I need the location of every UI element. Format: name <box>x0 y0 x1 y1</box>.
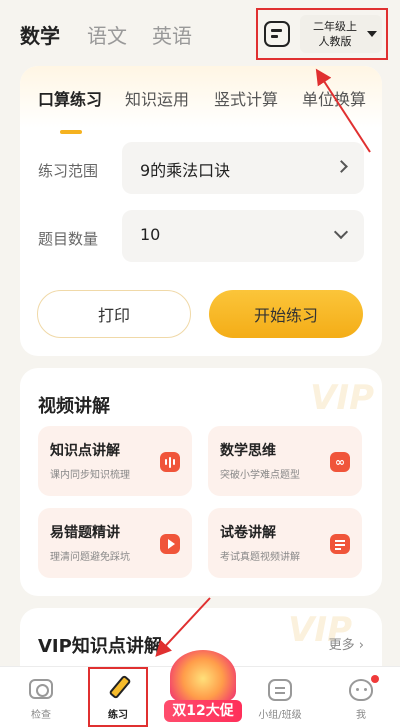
tile-title: 数学思维 <box>220 443 276 459</box>
tile-title: 易错题精讲 <box>50 525 120 541</box>
grade-selector-highlight: 二年级上 人教版 <box>256 8 388 60</box>
nav-group-class[interactable]: 小组/班级 <box>250 671 310 725</box>
count-select[interactable]: 10 <box>122 210 364 262</box>
grade-selector[interactable]: 二年级上 人教版 <box>300 15 382 53</box>
camera-icon <box>29 679 53 699</box>
tile-error-prone[interactable]: 易错题精讲 理清问题避免踩坑 <box>38 508 192 578</box>
infinity-icon: ∞ <box>330 452 350 472</box>
count-value: 10 <box>140 225 161 244</box>
tab-vertical-calc[interactable]: 竖式计算 <box>214 86 278 110</box>
range-value: 9的乘法口诀 <box>140 161 231 180</box>
active-tab-indicator <box>60 130 82 134</box>
print-button[interactable]: 打印 <box>37 290 191 338</box>
gift-icon <box>170 650 236 702</box>
grade-text: 二年级上 人教版 <box>313 19 369 49</box>
tile-subtitle: 考试真题视频讲解 <box>220 552 300 563</box>
notification-dot <box>371 675 379 683</box>
subject-tab-math[interactable]: 数学 <box>20 20 60 49</box>
tab-knowledge-use[interactable]: 知识运用 <box>125 86 189 110</box>
nav-check[interactable]: 检查 <box>11 671 71 725</box>
tile-exam-papers[interactable]: 试卷讲解 考试真题视频讲解 <box>208 508 362 578</box>
range-label: 练习范围 <box>38 162 99 180</box>
top-bar: 数学 语文 英语 二年级上 人教版 <box>0 0 400 62</box>
pencil-icon <box>108 674 132 701</box>
promo-label: 双12大促 <box>164 700 242 722</box>
caret-down-icon <box>367 31 377 37</box>
count-label: 题目数量 <box>38 230 99 248</box>
promo-double12[interactable]: 双12大促 <box>164 650 242 727</box>
nav-me[interactable]: 我 <box>331 671 391 725</box>
chevron-right-icon <box>335 160 348 173</box>
chevron-down-icon <box>333 224 349 240</box>
edition-line: 人教版 <box>318 35 352 48</box>
video-card: VIP 视频讲解 知识点讲解 课内同步知识梳理 数学思维 突破小学难点题型 ∞ … <box>20 368 382 596</box>
range-select[interactable]: 9的乘法口诀 <box>122 142 364 194</box>
vip-section-title: VIP知识点讲解 <box>38 636 162 657</box>
video-section-title: 视频讲解 <box>38 396 110 417</box>
tile-subtitle: 理清问题避免踩坑 <box>50 552 130 563</box>
grade-line: 二年级上 <box>313 20 357 33</box>
tab-oral-calc[interactable]: 口算练习 <box>38 86 102 110</box>
subject-tab-english[interactable]: 英语 <box>152 20 192 49</box>
tile-subtitle: 课内同步知识梳理 <box>50 470 130 481</box>
tile-knowledge[interactable]: 知识点讲解 课内同步知识梳理 <box>38 426 192 496</box>
play-icon <box>160 534 180 554</box>
subject-tab-chinese[interactable]: 语文 <box>87 20 127 49</box>
tile-title: 知识点讲解 <box>50 443 120 459</box>
vip-watermark: VIP <box>310 378 374 418</box>
list-icon <box>330 534 350 554</box>
tile-title: 试卷讲解 <box>220 525 276 541</box>
group-icon <box>268 679 292 701</box>
nav-label: 练习 <box>108 710 128 721</box>
nav-label: 检查 <box>31 710 51 721</box>
audio-bars-icon <box>160 452 180 472</box>
nav-label: 小组/班级 <box>258 710 302 721</box>
tile-subtitle: 突破小学难点题型 <box>220 470 300 481</box>
start-practice-button[interactable]: 开始练习 <box>209 290 363 338</box>
nav-practice[interactable]: 练习 <box>88 667 148 727</box>
practice-card: 口算练习 知识运用 竖式计算 单位换算 练习范围 9的乘法口诀 题目数量 10 … <box>20 66 382 356</box>
more-link[interactable]: 更多 › <box>329 634 364 653</box>
textbook-icon[interactable] <box>264 21 290 47</box>
nav-label: 我 <box>356 710 366 721</box>
face-icon <box>349 679 373 701</box>
tab-unit-convert[interactable]: 单位换算 <box>302 86 366 110</box>
tile-math-thinking[interactable]: 数学思维 突破小学难点题型 ∞ <box>208 426 362 496</box>
